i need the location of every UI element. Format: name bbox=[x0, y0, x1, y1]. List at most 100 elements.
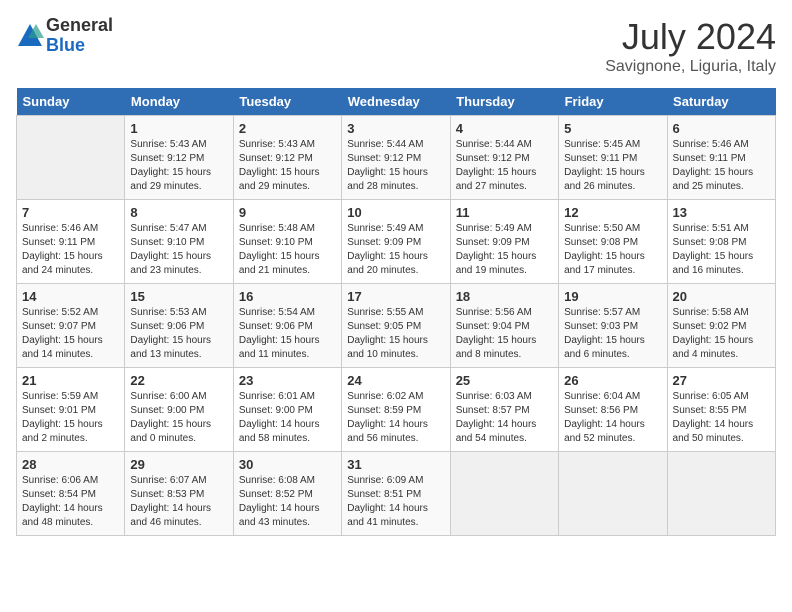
calendar-cell bbox=[559, 452, 667, 536]
day-info: Sunrise: 6:04 AMSunset: 8:56 PMDaylight:… bbox=[564, 390, 661, 446]
day-info: Sunrise: 6:07 AMSunset: 8:53 PMDaylight:… bbox=[130, 474, 227, 530]
day-number: 7 bbox=[22, 205, 119, 220]
calendar-week-row: 28Sunrise: 6:06 AMSunset: 8:54 PMDayligh… bbox=[17, 452, 776, 536]
day-number: 21 bbox=[22, 373, 119, 388]
day-info: Sunrise: 5:43 AMSunset: 9:12 PMDaylight:… bbox=[130, 138, 227, 194]
weekday-header: Wednesday bbox=[342, 88, 450, 116]
day-number: 27 bbox=[673, 373, 770, 388]
day-number: 16 bbox=[239, 289, 336, 304]
day-info: Sunrise: 5:55 AMSunset: 9:05 PMDaylight:… bbox=[347, 306, 444, 362]
calendar-cell: 13 Sunrise: 5:51 AMSunset: 9:08 PMDayligh… bbox=[667, 200, 775, 284]
day-info: Sunrise: 5:44 AMSunset: 9:12 PMDaylight:… bbox=[456, 138, 553, 194]
calendar-cell: 30 Sunrise: 6:08 AMSunset: 8:52 PMDayligh… bbox=[233, 452, 341, 536]
calendar-cell: 3 Sunrise: 5:44 AMSunset: 9:12 PMDaylight… bbox=[342, 116, 450, 200]
calendar-cell: 29 Sunrise: 6:07 AMSunset: 8:53 PMDayligh… bbox=[125, 452, 233, 536]
calendar-cell: 2Sunrise: 5:43 AMSunset: 9:12 PMDaylight… bbox=[233, 116, 341, 200]
day-info: Sunrise: 6:01 AMSunset: 9:00 PMDaylight:… bbox=[239, 390, 336, 446]
weekday-header: Sunday bbox=[17, 88, 125, 116]
day-number: 10 bbox=[347, 205, 444, 220]
day-number: 31 bbox=[347, 457, 444, 472]
day-info: Sunrise: 5:49 AMSunset: 9:09 PMDaylight:… bbox=[347, 222, 444, 278]
calendar-cell: 14 Sunrise: 5:52 AMSunset: 9:07 PMDayligh… bbox=[17, 284, 125, 368]
calendar-cell: 31 Sunrise: 6:09 AMSunset: 8:51 PMDayligh… bbox=[342, 452, 450, 536]
day-info: Sunrise: 5:59 AMSunset: 9:01 PMDaylight:… bbox=[22, 390, 119, 446]
day-number: 8 bbox=[130, 205, 227, 220]
day-number: 12 bbox=[564, 205, 661, 220]
day-number: 30 bbox=[239, 457, 336, 472]
calendar-cell: 1 Sunrise: 5:43 AMSunset: 9:12 PMDaylight… bbox=[125, 116, 233, 200]
day-number: 19 bbox=[564, 289, 661, 304]
logo: General Blue bbox=[16, 16, 113, 56]
calendar-cell: 19Sunrise: 5:57 AMSunset: 9:03 PMDayligh… bbox=[559, 284, 667, 368]
calendar-cell: 28Sunrise: 6:06 AMSunset: 8:54 PMDayligh… bbox=[17, 452, 125, 536]
day-info: Sunrise: 5:58 AMSunset: 9:02 PMDaylight:… bbox=[673, 306, 770, 362]
day-info: Sunrise: 5:46 AMSunset: 9:11 PMDaylight:… bbox=[22, 222, 119, 278]
calendar-cell: 8 Sunrise: 5:47 AMSunset: 9:10 PMDaylight… bbox=[125, 200, 233, 284]
calendar-cell: 24 Sunrise: 6:02 AMSunset: 8:59 PMDayligh… bbox=[342, 368, 450, 452]
day-number: 1 bbox=[130, 121, 227, 136]
day-info: Sunrise: 5:44 AMSunset: 9:12 PMDaylight:… bbox=[347, 138, 444, 194]
calendar-cell: 21 Sunrise: 5:59 AMSunset: 9:01 PMDayligh… bbox=[17, 368, 125, 452]
day-number: 14 bbox=[22, 289, 119, 304]
calendar-cell: 6 Sunrise: 5:46 AMSunset: 9:11 PMDaylight… bbox=[667, 116, 775, 200]
day-info: Sunrise: 5:56 AMSunset: 9:04 PMDaylight:… bbox=[456, 306, 553, 362]
calendar-cell: 11 Sunrise: 5:49 AMSunset: 9:09 PMDayligh… bbox=[450, 200, 558, 284]
day-number: 13 bbox=[673, 205, 770, 220]
day-info: Sunrise: 6:05 AMSunset: 8:55 PMDaylight:… bbox=[673, 390, 770, 446]
day-number: 15 bbox=[130, 289, 227, 304]
calendar-cell: 22 Sunrise: 6:00 AMSunset: 9:00 PMDayligh… bbox=[125, 368, 233, 452]
calendar-week-row: 7 Sunrise: 5:46 AMSunset: 9:11 PMDaylight… bbox=[17, 200, 776, 284]
calendar-cell: 16Sunrise: 5:54 AMSunset: 9:06 PMDayligh… bbox=[233, 284, 341, 368]
weekday-header: Friday bbox=[559, 88, 667, 116]
logo-icon bbox=[16, 22, 44, 50]
day-number: 9 bbox=[239, 205, 336, 220]
day-number: 22 bbox=[130, 373, 227, 388]
day-info: Sunrise: 5:52 AMSunset: 9:07 PMDaylight:… bbox=[22, 306, 119, 362]
calendar-cell: 20 Sunrise: 5:58 AMSunset: 9:02 PMDayligh… bbox=[667, 284, 775, 368]
day-info: Sunrise: 6:00 AMSunset: 9:00 PMDaylight:… bbox=[130, 390, 227, 446]
calendar-table: SundayMondayTuesdayWednesdayThursdayFrid… bbox=[16, 88, 776, 536]
day-info: Sunrise: 5:51 AMSunset: 9:08 PMDaylight:… bbox=[673, 222, 770, 278]
calendar-week-row: 21 Sunrise: 5:59 AMSunset: 9:01 PMDayligh… bbox=[17, 368, 776, 452]
day-number: 24 bbox=[347, 373, 444, 388]
page-header: General Blue July 2024 Savignone, Liguri… bbox=[16, 16, 776, 76]
day-number: 20 bbox=[673, 289, 770, 304]
calendar-cell: 25Sunrise: 6:03 AMSunset: 8:57 PMDayligh… bbox=[450, 368, 558, 452]
location-title: Savignone, Liguria, Italy bbox=[605, 58, 776, 76]
calendar-cell: 18Sunrise: 5:56 AMSunset: 9:04 PMDayligh… bbox=[450, 284, 558, 368]
calendar-week-row: 14 Sunrise: 5:52 AMSunset: 9:07 PMDayligh… bbox=[17, 284, 776, 368]
day-info: Sunrise: 5:53 AMSunset: 9:06 PMDaylight:… bbox=[130, 306, 227, 362]
day-number: 29 bbox=[130, 457, 227, 472]
month-title: July 2024 bbox=[605, 16, 776, 58]
day-info: Sunrise: 6:09 AMSunset: 8:51 PMDaylight:… bbox=[347, 474, 444, 530]
title-block: July 2024 Savignone, Liguria, Italy bbox=[605, 16, 776, 76]
calendar-header-row: SundayMondayTuesdayWednesdayThursdayFrid… bbox=[17, 88, 776, 116]
calendar-cell: 12Sunrise: 5:50 AMSunset: 9:08 PMDayligh… bbox=[559, 200, 667, 284]
day-info: Sunrise: 6:06 AMSunset: 8:54 PMDaylight:… bbox=[22, 474, 119, 530]
day-number: 6 bbox=[673, 121, 770, 136]
day-info: Sunrise: 5:46 AMSunset: 9:11 PMDaylight:… bbox=[673, 138, 770, 194]
calendar-cell: 26Sunrise: 6:04 AMSunset: 8:56 PMDayligh… bbox=[559, 368, 667, 452]
day-number: 11 bbox=[456, 205, 553, 220]
calendar-cell: 23Sunrise: 6:01 AMSunset: 9:00 PMDayligh… bbox=[233, 368, 341, 452]
logo-blue: Blue bbox=[46, 36, 113, 56]
calendar-cell: 17 Sunrise: 5:55 AMSunset: 9:05 PMDayligh… bbox=[342, 284, 450, 368]
day-info: Sunrise: 5:47 AMSunset: 9:10 PMDaylight:… bbox=[130, 222, 227, 278]
calendar-cell: 5Sunrise: 5:45 AMSunset: 9:11 PMDaylight… bbox=[559, 116, 667, 200]
day-number: 5 bbox=[564, 121, 661, 136]
calendar-cell bbox=[450, 452, 558, 536]
weekday-header: Saturday bbox=[667, 88, 775, 116]
calendar-cell: 15 Sunrise: 5:53 AMSunset: 9:06 PMDayligh… bbox=[125, 284, 233, 368]
calendar-cell bbox=[17, 116, 125, 200]
day-info: Sunrise: 5:49 AMSunset: 9:09 PMDaylight:… bbox=[456, 222, 553, 278]
day-number: 4 bbox=[456, 121, 553, 136]
day-info: Sunrise: 6:02 AMSunset: 8:59 PMDaylight:… bbox=[347, 390, 444, 446]
weekday-header: Thursday bbox=[450, 88, 558, 116]
calendar-cell: 9Sunrise: 5:48 AMSunset: 9:10 PMDaylight… bbox=[233, 200, 341, 284]
weekday-header: Monday bbox=[125, 88, 233, 116]
calendar-week-row: 1 Sunrise: 5:43 AMSunset: 9:12 PMDaylight… bbox=[17, 116, 776, 200]
day-info: Sunrise: 6:08 AMSunset: 8:52 PMDaylight:… bbox=[239, 474, 336, 530]
day-number: 2 bbox=[239, 121, 336, 136]
day-number: 17 bbox=[347, 289, 444, 304]
day-number: 3 bbox=[347, 121, 444, 136]
